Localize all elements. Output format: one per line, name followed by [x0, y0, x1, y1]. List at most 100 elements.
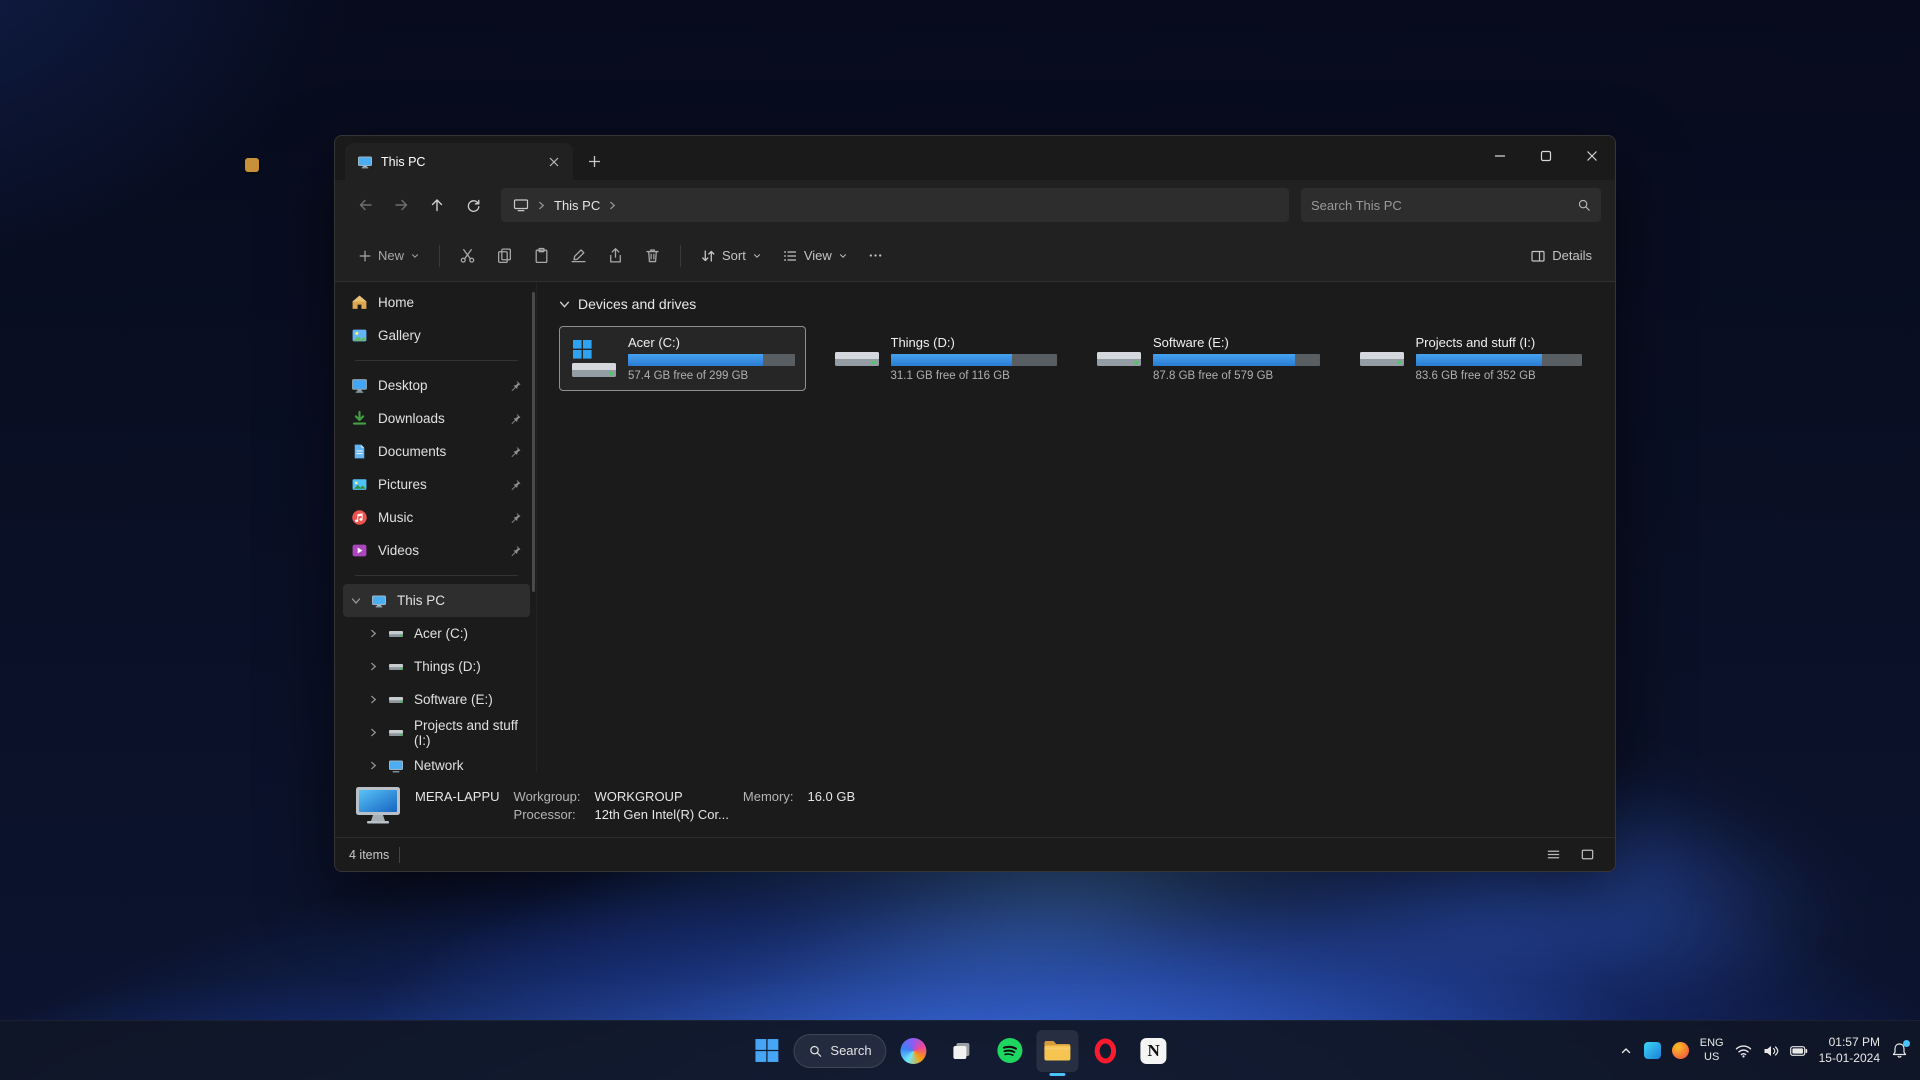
more-options-button[interactable]	[859, 239, 892, 273]
minimize-button[interactable]	[1477, 136, 1523, 176]
tab-this-pc[interactable]: This PC	[345, 143, 573, 180]
sidebar-item-downloads[interactable]: Downloads	[343, 402, 530, 435]
search-input[interactable]	[1311, 197, 1569, 213]
spotify-button[interactable]	[989, 1030, 1031, 1072]
toolbar-divider	[439, 244, 441, 267]
wifi-icon[interactable]	[1735, 1044, 1752, 1058]
sidebar-item-acer-c[interactable]: Acer (C:)	[343, 617, 530, 650]
forward-button[interactable]	[385, 189, 417, 221]
windows-logo-icon	[754, 1039, 778, 1062]
sidebar-item-videos[interactable]: Videos	[343, 534, 530, 567]
section-devices-and-drives[interactable]: Devices and drives	[559, 296, 1593, 312]
sidebar-item-desktop[interactable]: Desktop	[343, 369, 530, 402]
list-view-button[interactable]	[1539, 842, 1567, 868]
sidebar-item-gallery[interactable]: Gallery	[343, 319, 530, 352]
sidebar-item-projects-i[interactable]: Projects and stuff (I:)	[343, 716, 530, 749]
tab-title: This PC	[381, 154, 426, 169]
back-button[interactable]	[349, 189, 381, 221]
language-line2: US	[1704, 1050, 1720, 1063]
taskbar-clock[interactable]: 01:57 PM 15-01-2024	[1819, 1035, 1880, 1066]
battery-icon[interactable]	[1789, 1045, 1808, 1057]
search-icon[interactable]	[1577, 198, 1591, 212]
maximize-button[interactable]	[1523, 136, 1569, 176]
drive-icon	[1359, 351, 1404, 366]
pin-icon	[509, 544, 522, 557]
sidebar-item-documents[interactable]: Documents	[343, 435, 530, 468]
drive-tile-acer-c[interactable]: Acer (C:) 57.4 GB free of 299 GB	[559, 326, 806, 391]
new-button[interactable]: New	[349, 239, 429, 273]
copilot-button[interactable]	[893, 1030, 935, 1072]
drive-icon	[389, 696, 403, 703]
language-indicator[interactable]: ENG US	[1700, 1037, 1724, 1063]
file-explorer-button[interactable]	[1036, 1029, 1079, 1072]
computer-name: MERA-LAPPU	[415, 788, 500, 804]
sidebar-item-label: Home	[378, 295, 415, 310]
sidebar-item-label: Things (D:)	[414, 659, 481, 674]
chevron-up-icon[interactable]	[1619, 1044, 1633, 1058]
opera-button[interactable]	[1085, 1030, 1127, 1072]
system-drive-icon	[572, 339, 616, 377]
navigation-bar: This PC	[335, 180, 1615, 230]
large-icons-view-button[interactable]	[1573, 842, 1601, 868]
chevron-down-icon[interactable]	[559, 299, 570, 310]
copy-button[interactable]	[487, 239, 522, 273]
start-button[interactable]	[745, 1030, 787, 1072]
drive-tile-things-d[interactable]: Things (D:) 31.1 GB free of 116 GB	[822, 326, 1069, 391]
documents-icon	[354, 444, 365, 459]
drive-tile-projects-i[interactable]: Projects and stuff (I:) 83.6 GB free of …	[1347, 326, 1594, 391]
refresh-button[interactable]	[457, 189, 489, 221]
breadcrumb-this-pc[interactable]: This PC	[554, 198, 600, 213]
clock-date: 15-01-2024	[1818, 1050, 1880, 1065]
cut-button[interactable]	[450, 239, 485, 273]
this-pc-icon	[513, 197, 529, 213]
new-button-label: New	[378, 248, 405, 263]
close-button[interactable]	[1569, 136, 1615, 176]
sidebar-item-things-d[interactable]: Things (D:)	[343, 650, 530, 683]
chevron-right-icon[interactable]	[369, 761, 378, 770]
sidebar-item-pictures[interactable]: Pictures	[343, 468, 530, 501]
delete-button[interactable]	[635, 239, 670, 273]
sidebar-item-label: Desktop	[378, 378, 428, 393]
workgroup-label: Workgroup:	[513, 788, 581, 804]
drive-tile-software-e[interactable]: Software (E:) 87.8 GB free of 579 GB	[1084, 326, 1331, 391]
address-bar[interactable]: This PC	[501, 188, 1289, 222]
new-tab-button[interactable]	[579, 146, 609, 176]
volume-icon[interactable]	[1763, 1044, 1779, 1058]
this-pc-icon	[372, 595, 386, 607]
tray-app-icon[interactable]	[1643, 1042, 1661, 1059]
network-icon	[389, 760, 403, 772]
taskbar-search[interactable]: Search	[793, 1033, 887, 1068]
paste-button[interactable]	[524, 239, 559, 273]
details-button[interactable]: Details	[1521, 239, 1601, 273]
tray-app-icon[interactable]	[1671, 1042, 1689, 1059]
search-box[interactable]	[1301, 188, 1601, 222]
chevron-down-icon[interactable]	[351, 596, 361, 606]
chevron-right-icon[interactable]	[369, 629, 378, 638]
sidebar-item-this-pc[interactable]: This PC	[343, 584, 530, 617]
share-button[interactable]	[598, 239, 633, 273]
capacity-bar	[890, 354, 1057, 366]
clock-time: 01:57 PM	[1828, 1034, 1880, 1049]
sidebar-item-music[interactable]: Music	[343, 501, 530, 534]
sidebar-scrollbar[interactable]	[532, 292, 535, 592]
chevron-right-icon[interactable]	[369, 728, 378, 737]
sidebar-item-software-e[interactable]: Software (E:)	[343, 683, 530, 716]
sidebar-item-home[interactable]: Home	[343, 286, 530, 319]
drive-free-space: 87.8 GB free of 579 GB	[1153, 370, 1274, 382]
notifications-bell-icon[interactable]	[1891, 1040, 1910, 1059]
desktop-app-button[interactable]	[941, 1030, 983, 1072]
up-button[interactable]	[421, 189, 453, 221]
chevron-right-icon[interactable]	[369, 695, 378, 704]
chevron-right-icon[interactable]	[369, 662, 378, 671]
pin-icon	[509, 445, 522, 458]
rename-button[interactable]	[561, 239, 596, 273]
desktop-shortcut-icon[interactable]	[245, 158, 259, 172]
notion-button[interactable]: N	[1133, 1030, 1175, 1072]
tab-close-icon[interactable]	[543, 151, 565, 173]
drive-icon	[389, 663, 403, 670]
view-button[interactable]: View	[773, 239, 857, 273]
sidebar-item-label: Acer (C:)	[414, 626, 468, 641]
sidebar-item-network[interactable]: Network	[343, 749, 530, 773]
desktop-icon	[352, 379, 367, 393]
sort-button[interactable]: Sort	[691, 239, 771, 273]
